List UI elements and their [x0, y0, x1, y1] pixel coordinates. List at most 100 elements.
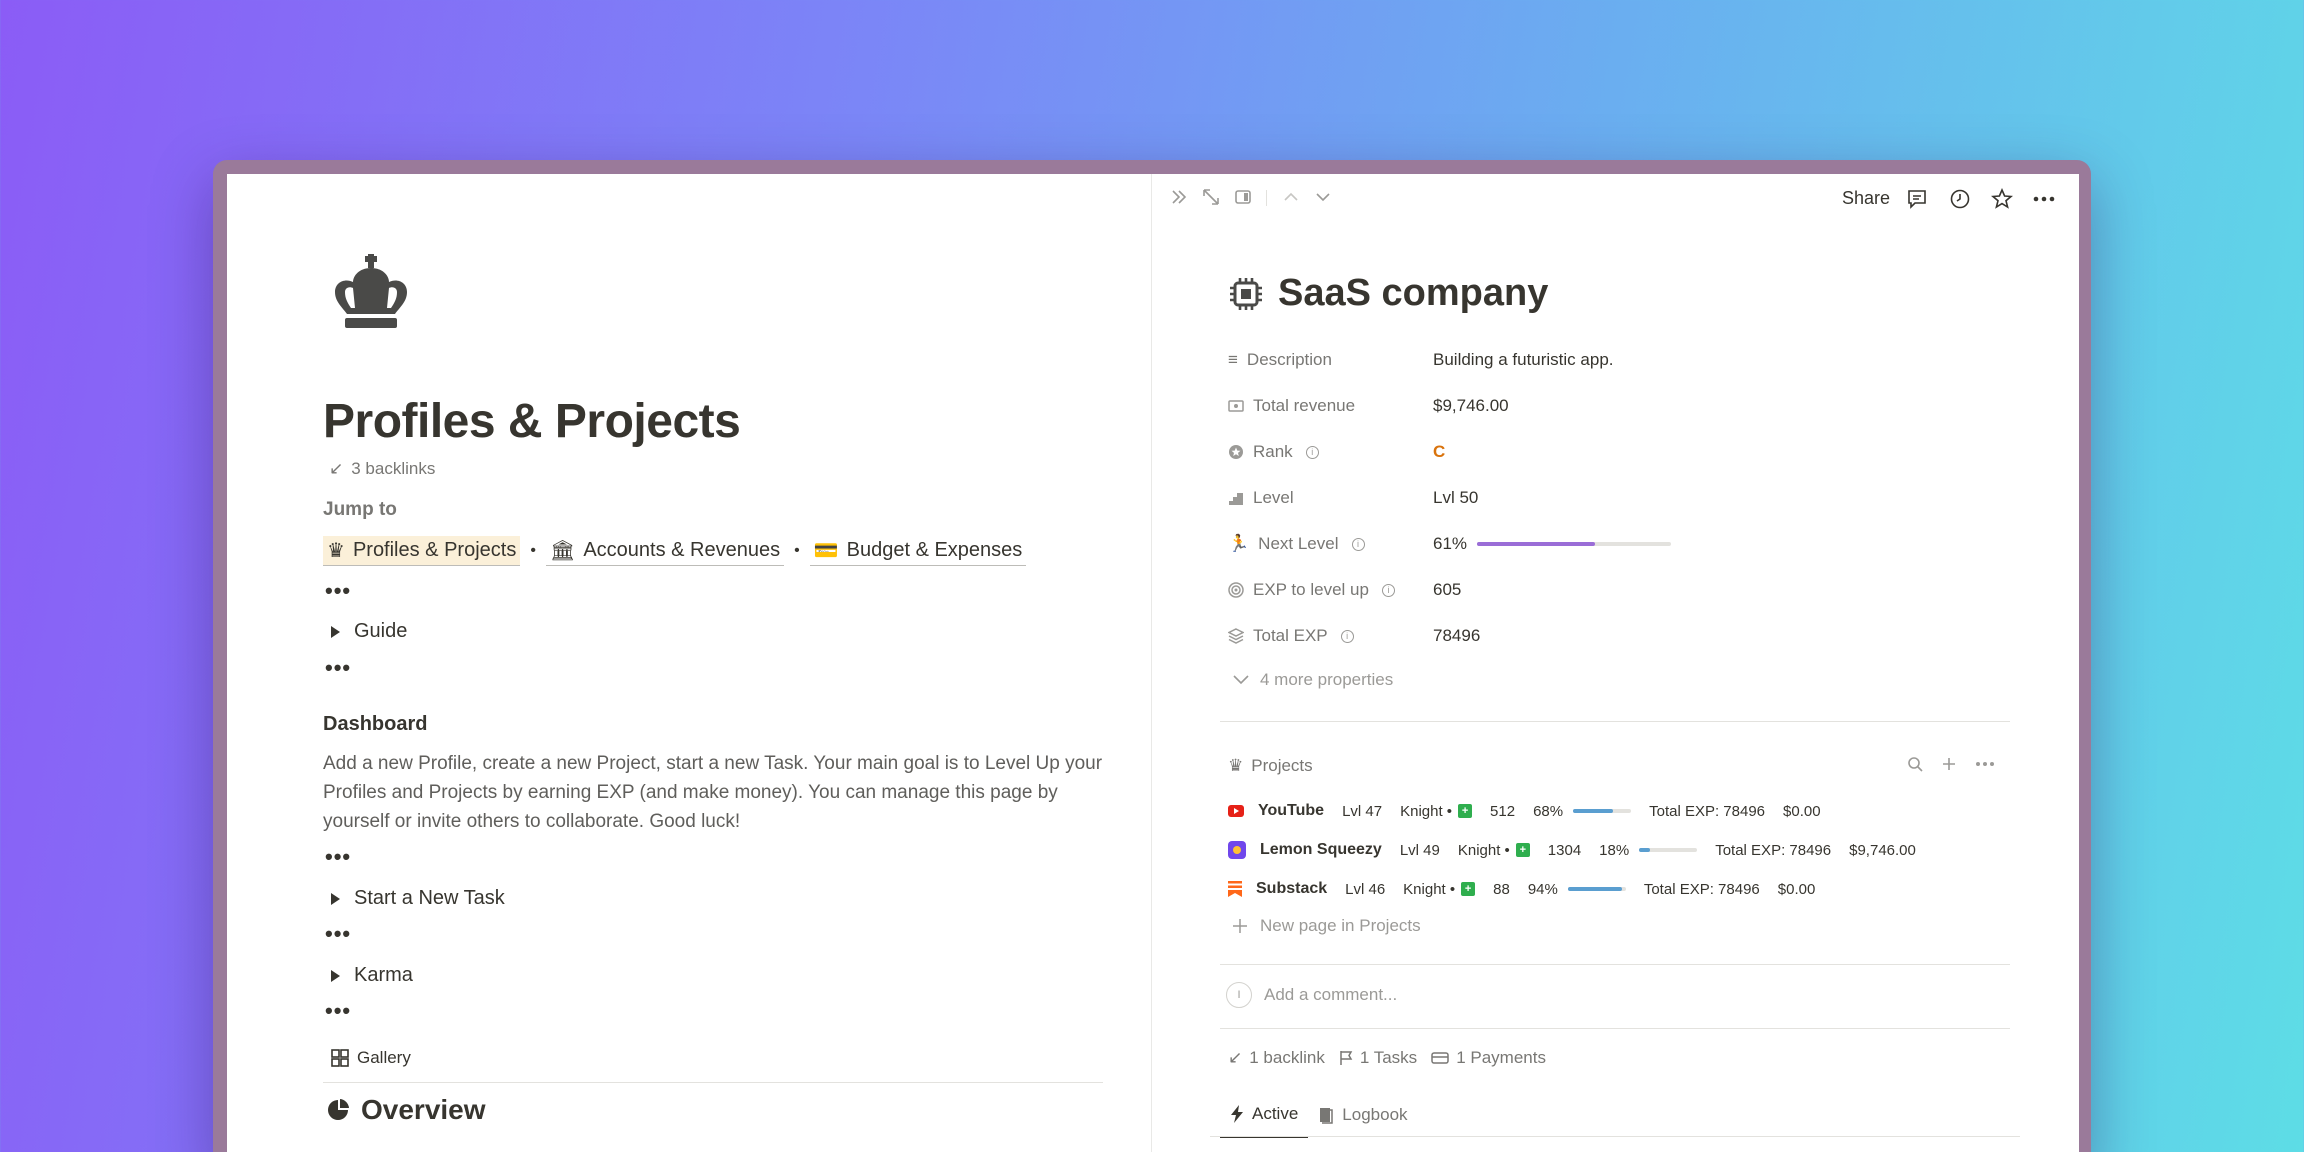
next-level-progress-bar: [1477, 542, 1672, 546]
more-horizontal-icon[interactable]: [1975, 756, 1995, 772]
tab-active[interactable]: Active: [1220, 1098, 1309, 1138]
star-circle-icon: [1229, 445, 1243, 459]
divider-dots: •••: [325, 578, 352, 603]
property-total-revenue[interactable]: Total revenue $9,746.00: [1228, 391, 2028, 421]
project-exp: 512: [1490, 802, 1516, 820]
property-value: 605: [1433, 580, 1462, 599]
property-label: Level: [1253, 488, 1294, 507]
more-horizontal-icon[interactable]: [2032, 188, 2056, 210]
new-page-in-projects-button[interactable]: New page in Projects: [1232, 916, 1421, 936]
plus-icon[interactable]: [1941, 756, 1957, 772]
project-level: Lvl 47: [1342, 802, 1383, 820]
stairs-icon: [1229, 493, 1243, 505]
jump-link-label: Budget & Expenses: [846, 539, 1023, 561]
project-rank: Knight •: [1400, 802, 1453, 820]
projects-relation-header[interactable]: ♛ Projects: [1228, 756, 1313, 776]
substack-icon: [1228, 881, 1242, 897]
project-progress-bar: [1639, 848, 1698, 852]
arrow-down-left-icon: ↙: [1228, 1048, 1243, 1067]
property-label: EXP to level up: [1253, 580, 1369, 599]
info-icon[interactable]: i: [1381, 583, 1395, 597]
property-value: Building a futuristic app.: [1433, 350, 1614, 369]
jump-link-budget[interactable]: 💳 Budget & Expenses: [809, 536, 1027, 566]
toggle-guide[interactable]: Guide: [331, 620, 407, 643]
property-next-level[interactable]: 🏃 Next Level i 61%: [1228, 529, 2028, 559]
property-description[interactable]: ≡ Description Building a futuristic app.: [1228, 345, 2028, 375]
property-total-exp[interactable]: Total EXP i 78496: [1228, 621, 2028, 651]
more-properties-toggle[interactable]: 4 more properties: [1232, 670, 1393, 690]
property-label: Rank: [1253, 442, 1293, 461]
backlinks-link[interactable]: ↙ 3 backlinks: [329, 459, 435, 479]
info-icon[interactable]: i: [1340, 629, 1354, 643]
project-row-substack[interactable]: Substack Lvl 46 Knight • + 88 94% Total …: [1228, 876, 1833, 902]
expand-icon[interactable]: [1202, 188, 1220, 206]
property-level[interactable]: Level Lvl 50: [1228, 483, 2028, 513]
youtube-icon: [1228, 805, 1244, 817]
side-peek-panel: Share SaaS company ≡ Description Building…: [1151, 174, 2079, 1152]
jump-link-profiles[interactable]: ♛ Profiles & Projects: [323, 536, 521, 566]
property-rank[interactable]: Rank i C: [1228, 437, 2028, 467]
project-row-lemon-squeezy[interactable]: Lemon Squeezy Lvl 49 Knight • + 1304 18%…: [1228, 837, 1934, 863]
share-button[interactable]: Share: [1842, 188, 1890, 209]
triangle-right-icon: [331, 625, 340, 638]
divider: [323, 1082, 1103, 1083]
chip-icon: [1230, 277, 1262, 310]
divider: [1220, 1028, 2010, 1029]
triangle-right-icon: [331, 969, 340, 982]
backlink-bar: ↙ 1 backlink 1 Tasks 1 Payments: [1228, 1048, 1546, 1068]
gallery-view-tab[interactable]: Gallery: [331, 1048, 411, 1068]
project-percent: 94%: [1527, 880, 1558, 898]
tab-logbook[interactable]: Logbook: [1308, 1098, 1417, 1138]
comment-icon[interactable]: [1906, 188, 1928, 210]
separator: •: [530, 542, 536, 559]
property-exp-to-level-up[interactable]: EXP to level up i 605: [1228, 575, 2028, 605]
plus-badge-icon: +: [1461, 882, 1476, 896]
divider-dots: •••: [325, 998, 352, 1023]
runner-icon: 🏃: [1228, 534, 1250, 553]
side-panel-icon[interactable]: [1234, 188, 1252, 206]
chevron-down-icon: [1233, 675, 1249, 685]
bank-link-icon: 🏛: [549, 540, 576, 562]
double-chevron-right-icon[interactable]: [1170, 188, 1188, 206]
book-icon: [1320, 1108, 1334, 1124]
project-name: Lemon Squeezy: [1260, 841, 1382, 858]
payments-label: 1 Payments: [1456, 1048, 1546, 1067]
plus-badge-icon: +: [1458, 804, 1473, 818]
search-icon[interactable]: [1907, 756, 1923, 772]
backlink-count[interactable]: ↙ 1 backlink: [1228, 1048, 1325, 1068]
property-label: Total revenue: [1253, 396, 1356, 415]
project-progress-bar: [1573, 809, 1632, 813]
dashboard-text: Add a new Profile, create a new Project,…: [323, 753, 1103, 832]
gallery-label: Gallery: [357, 1048, 411, 1067]
lemon-squeezy-icon: [1228, 841, 1246, 859]
project-money: $0.00: [1777, 880, 1816, 898]
chevron-up-icon[interactable]: [1282, 188, 1300, 206]
jump-link-label: Accounts & Revenues: [583, 539, 781, 561]
jump-links: ♛ Profiles & Projects • 🏛 Accounts & Rev…: [323, 536, 1027, 566]
toggle-karma[interactable]: Karma: [331, 964, 413, 987]
toggle-start-task[interactable]: Start a New Task: [331, 887, 505, 910]
backlinks-label: 3 backlinks: [351, 459, 436, 478]
project-percent: 68%: [1533, 802, 1564, 820]
crown-link-icon: ♛: [327, 540, 345, 562]
project-row-youtube[interactable]: YouTube Lvl 47 Knight • + 512 68% Total …: [1228, 798, 1839, 824]
project-level: Lvl 49: [1399, 841, 1440, 859]
jump-link-accounts[interactable]: 🏛 Accounts & Revenues: [545, 536, 785, 566]
property-label: Description: [1246, 350, 1332, 369]
divider-dots: •••: [325, 655, 352, 680]
info-icon[interactable]: i: [1305, 445, 1319, 459]
clock-icon[interactable]: [1949, 188, 1971, 210]
dashboard-heading: Dashboard: [323, 713, 428, 735]
chevron-down-icon[interactable]: [1314, 188, 1332, 206]
toolbar-separator: [1266, 190, 1267, 206]
project-name: Substack: [1256, 880, 1328, 897]
star-icon[interactable]: [1991, 188, 2013, 210]
info-icon[interactable]: i: [1351, 537, 1365, 551]
target-icon: [1228, 582, 1244, 598]
tab-label: Active: [1252, 1104, 1299, 1123]
tasks-count[interactable]: 1 Tasks: [1339, 1048, 1417, 1068]
tab-label: Logbook: [1342, 1105, 1408, 1124]
add-comment-input[interactable]: I Add a comment...: [1226, 982, 1397, 1008]
toggle-label: Karma: [354, 964, 413, 986]
payments-count[interactable]: 1 Payments: [1431, 1048, 1546, 1068]
